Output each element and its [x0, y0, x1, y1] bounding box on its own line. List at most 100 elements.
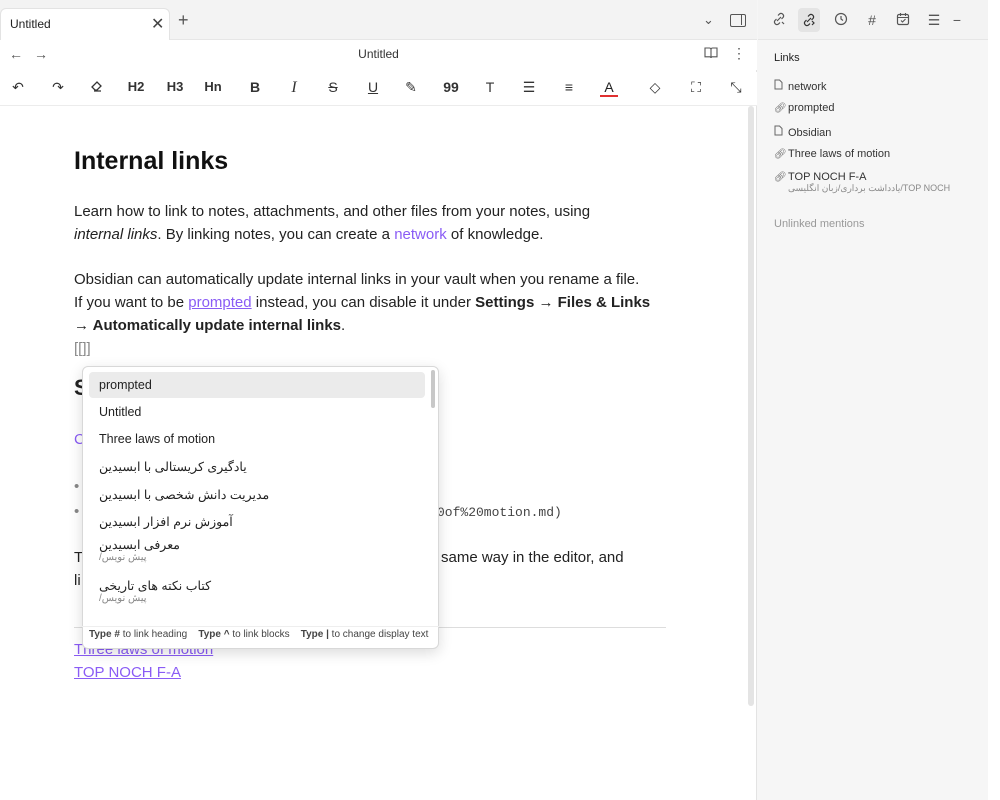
- suggestion-item[interactable]: یادگیری کریستالی با ابسیدین: [89, 454, 425, 480]
- sidebar-link-item[interactable]: Obsidian: [774, 125, 831, 139]
- unlinked-mentions-header[interactable]: Unlinked mentions: [774, 218, 865, 230]
- suggestion-item[interactable]: Untitled: [89, 399, 425, 425]
- quote-icon[interactable]: 99: [438, 79, 464, 95]
- sidebar-toggle-icon[interactable]: [730, 14, 746, 27]
- heading-n-button[interactable]: Hn: [200, 79, 226, 94]
- prompted-link[interactable]: prompted: [188, 294, 251, 311]
- suggestion-label: Untitled: [99, 405, 142, 419]
- backlinks-icon[interactable]: [768, 12, 790, 29]
- suggestion-label: Three laws of motion: [99, 432, 216, 446]
- underline-button[interactable]: U: [360, 79, 386, 95]
- bold-button[interactable]: B: [242, 79, 268, 95]
- sidebar-link-path: TOP NOCH/یادداشت برداری/زبان انگلیسی: [788, 183, 951, 193]
- paragraph-2-line-2: If you want to be prompted instead, you …: [74, 291, 650, 314]
- text-run: . By linking notes, you can create a: [157, 226, 395, 243]
- tab-title: Untitled: [10, 17, 51, 31]
- italic-button[interactable]: I: [281, 79, 307, 97]
- file-icon: [774, 79, 788, 93]
- sidebar-link-label: prompted: [788, 102, 835, 114]
- undo-icon[interactable]: ↶: [5, 79, 31, 96]
- popup-instructions: Type # to link heading Type ^ to link bl…: [82, 626, 439, 648]
- hint-key: Type |: [300, 629, 329, 640]
- editor-scrollbar[interactable]: [748, 106, 754, 706]
- suggestion-item[interactable]: معرفی ابسیدین پیش نویس/: [89, 535, 425, 571]
- sidebar-link-item[interactable]: 🔗︎Three laws of motion: [774, 148, 890, 160]
- view-title[interactable]: Untitled: [0, 47, 757, 61]
- strikethrough-button[interactable]: S: [320, 79, 346, 95]
- suggestion-label: آموزش نرم افزار ابسیدین: [99, 515, 233, 529]
- text-run: .: [341, 317, 346, 334]
- suggestion-label: مدیریت دانش شخصی با ابسیدین: [99, 488, 270, 502]
- code-snippet: 0of%20motion.md): [437, 505, 562, 520]
- align-icon[interactable]: ≡: [556, 79, 582, 95]
- settings-path-text: Settings → Files & Links: [475, 294, 651, 311]
- link-icon: 🔗︎: [774, 172, 787, 183]
- sidebar-link-label: Obsidian: [788, 127, 832, 139]
- hint-key: Type #: [89, 629, 120, 640]
- paragraph-2-line-1: Obsidian can automatically update intern…: [74, 271, 640, 288]
- text-style-icon[interactable]: T: [477, 79, 503, 95]
- sidebar-link-item[interactable]: network: [774, 79, 827, 93]
- more-options-icon[interactable]: ⋮: [732, 45, 746, 62]
- links-header: Links: [774, 52, 800, 64]
- paragraph-3-tail: same way in the editor, and: [441, 549, 624, 566]
- network-link[interactable]: network: [394, 226, 447, 243]
- redo-icon[interactable]: ↷: [45, 79, 71, 96]
- tab-bar: Untitled ✕ + ⌄: [0, 0, 757, 40]
- right-sidebar: # ☰ − Links network 🔗︎prompted Obsidian …: [758, 0, 1000, 800]
- sidebar-link-item[interactable]: 🔗︎TOP NOCH F-A: [774, 171, 866, 183]
- chevron-down-icon[interactable]: ⌄: [703, 12, 714, 28]
- link-suggestion-popup: prompted Untitled Three laws of motion ی…: [82, 366, 439, 649]
- sidebar-tab-bar: # ☰ −: [758, 0, 1000, 40]
- calendar-icon[interactable]: [892, 12, 914, 29]
- hint-text: to link heading: [119, 629, 188, 640]
- bullet-dot: •: [74, 478, 80, 495]
- text-run: of knowledge.: [446, 226, 544, 243]
- bullet-dot: •: [74, 503, 80, 520]
- text-run: instead, you can disable it under: [251, 294, 476, 311]
- close-icon[interactable]: ✕: [151, 14, 164, 34]
- suggestion-path: پیش نویس/: [99, 593, 147, 604]
- link-bracket-input[interactable]: [[]]: [74, 337, 91, 360]
- hint-text: to link blocks: [229, 629, 290, 640]
- suggestion-item[interactable]: کتاب نکته های تاریخی پیش نویس/: [89, 576, 425, 612]
- popup-scrollbar[interactable]: [431, 370, 435, 408]
- document-heading: Internal links: [74, 147, 229, 175]
- paragraph-1-line-1: Learn how to link to notes, attachments,…: [74, 203, 591, 220]
- suggestion-item[interactable]: Three laws of motion: [89, 426, 425, 452]
- outline-icon[interactable]: ☰: [923, 12, 945, 29]
- minimize-icon[interactable]: −: [946, 12, 968, 28]
- tag-icon[interactable]: #: [861, 12, 883, 28]
- nav-bar: ← → Untitled ⋮: [0, 40, 757, 70]
- heading-3-button[interactable]: H3: [162, 79, 188, 94]
- tab-untitled[interactable]: Untitled ✕: [0, 8, 170, 40]
- text-color-icon[interactable]: A: [600, 79, 618, 97]
- highlight-icon[interactable]: ✎: [398, 79, 424, 96]
- suggestion-label: prompted: [99, 378, 152, 392]
- book-icon[interactable]: [704, 47, 718, 62]
- suggestion-item[interactable]: مدیریت دانش شخصی با ابسیدین: [89, 482, 425, 508]
- sidebar-link-item[interactable]: 🔗︎prompted: [774, 102, 834, 114]
- paragraph-1-line-2: internal links. By linking notes, you ca…: [74, 223, 543, 246]
- italic-text: internal links: [74, 226, 158, 243]
- list-icon[interactable]: ☰: [516, 79, 542, 96]
- fill-color-icon[interactable]: ◇: [642, 79, 668, 96]
- sidebar-link-label: TOP NOCH F-A: [788, 171, 867, 183]
- outgoing-links-icon[interactable]: [798, 8, 820, 32]
- text-run: If you want to be: [74, 294, 189, 311]
- fullscreen-icon[interactable]: ⛶: [683, 79, 709, 96]
- sidebar-link-label: network: [788, 81, 827, 93]
- formatting-toolbar: ↶ ↷ H2 H3 Hn B I S U ✎ 99 T ☰ ≡ A ◇ ⛶ ⤡: [0, 72, 757, 106]
- hint-text: to change display text: [328, 629, 429, 640]
- suggestion-item[interactable]: prompted: [89, 372, 425, 398]
- window-edge: [988, 0, 1000, 800]
- suggestion-label: یادگیری کریستالی با ابسیدین: [99, 460, 247, 474]
- obscured-paragraph-line-2: li: [74, 572, 81, 589]
- new-tab-icon[interactable]: +: [178, 10, 189, 31]
- top-noch-link[interactable]: TOP NOCH F-A: [74, 661, 181, 684]
- settings-option-text: → Automatically update internal links: [74, 317, 341, 334]
- clock-icon[interactable]: [830, 12, 852, 29]
- heading-2-button[interactable]: H2: [123, 79, 149, 94]
- collapse-icon[interactable]: ⤡: [723, 79, 749, 96]
- eraser-icon[interactable]: [84, 79, 110, 96]
